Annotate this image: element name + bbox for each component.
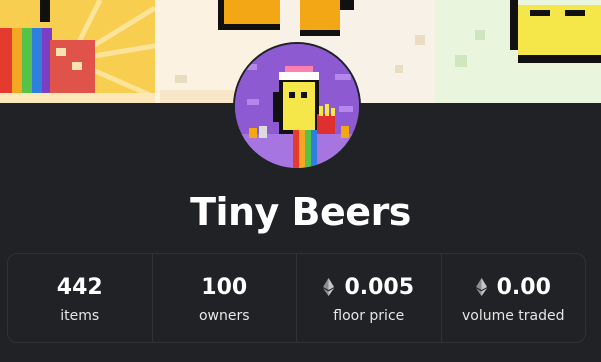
ethereum-icon: [323, 278, 335, 296]
stat-value-row: 0.00: [475, 272, 551, 302]
ethereum-icon: [475, 278, 487, 296]
stat-owners[interactable]: 100 owners: [153, 254, 297, 342]
stat-label: floor price: [333, 308, 405, 324]
stat-label: owners: [198, 308, 250, 324]
stat-value: 442: [56, 274, 103, 300]
stat-volume-traded[interactable]: 0.00 volume traded: [442, 254, 586, 342]
stat-items[interactable]: 442 items: [8, 254, 153, 342]
stat-value: 0.005: [344, 274, 415, 300]
collection-title: Tiny Beers: [190, 190, 411, 234]
stat-value-row: 100: [201, 272, 247, 302]
stat-value-row: 0.005: [323, 272, 414, 302]
collection-stats: 442 items 100 owners 0.005 floor price 0…: [7, 253, 586, 343]
stat-value: 0.00: [496, 274, 551, 300]
stat-value-row: 442: [57, 272, 103, 302]
stat-label: items: [60, 308, 100, 324]
stat-floor-price[interactable]: 0.005 floor price: [297, 254, 442, 342]
collection-avatar[interactable]: [233, 42, 361, 170]
stat-value: 100: [201, 274, 248, 300]
stat-label: volume traded: [461, 308, 565, 324]
